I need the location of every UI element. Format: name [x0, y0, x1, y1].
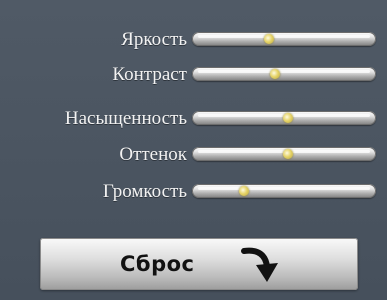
- contrast-slider-thumb[interactable]: [269, 69, 280, 79]
- brightness-slider-thumb[interactable]: [264, 34, 275, 44]
- saturation-slider-thumb[interactable]: [282, 113, 293, 123]
- reset-button-label: Сброс: [120, 252, 195, 276]
- slider-row-contrast: Контраст: [0, 60, 387, 90]
- slider-row-hue: Оттенок: [0, 140, 387, 170]
- reset-button[interactable]: Сброс: [40, 238, 358, 290]
- settings-panel: Яркость Контраст Насыщенность Оттенок Гр…: [0, 0, 387, 300]
- volume-slider-thumb[interactable]: [238, 186, 249, 196]
- brightness-label: Яркость: [121, 29, 187, 50]
- contrast-slider[interactable]: [192, 67, 376, 81]
- saturation-label: Насыщенность: [64, 108, 187, 129]
- volume-label: Громкость: [102, 181, 187, 202]
- slider-row-saturation: Насыщенность: [0, 104, 387, 134]
- slider-row-brightness: Яркость: [0, 25, 387, 55]
- brightness-slider[interactable]: [192, 32, 376, 46]
- slider-row-volume: Громкость: [0, 177, 387, 207]
- hue-slider-thumb[interactable]: [282, 149, 293, 159]
- hue-label: Оттенок: [119, 144, 187, 165]
- volume-slider[interactable]: [192, 184, 376, 198]
- contrast-label: Контраст: [112, 64, 187, 85]
- curved-arrow-down-icon: [241, 247, 278, 282]
- hue-slider[interactable]: [192, 147, 376, 161]
- saturation-slider[interactable]: [192, 111, 376, 125]
